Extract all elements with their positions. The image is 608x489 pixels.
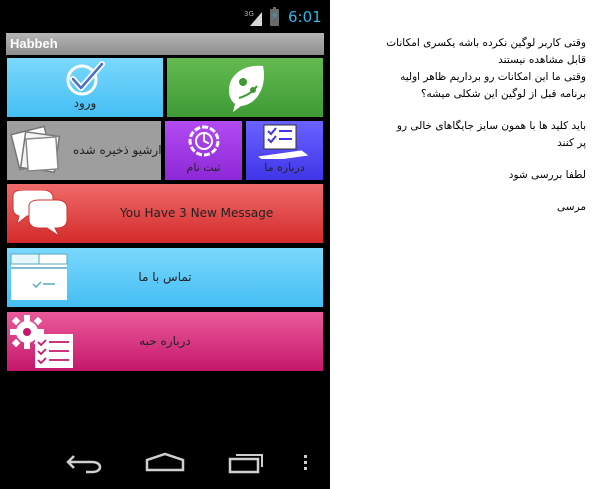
note-line: برنامه قبل از لوگین این شکلی میشه؟ [420, 88, 586, 100]
archive-tile[interactable]: ارشیو ذخیره شده [7, 121, 161, 180]
action-bar: Habbeh [6, 33, 324, 55]
navigation-bar [0, 440, 330, 489]
note-line: پر کنند [557, 137, 586, 149]
register-tile[interactable]: ثبت نام [165, 121, 242, 180]
login-label: ورود [73, 96, 97, 110]
note-line: لطفا بررسی شود [508, 169, 586, 181]
signal-icon [250, 12, 262, 26]
about-app-label: درباره حبه [139, 334, 191, 348]
battery-charging-icon: ⚡ [270, 7, 279, 26]
contact-label: تماس با ما [138, 270, 192, 284]
status-bar: 3G ⚡ 6:01 [0, 0, 330, 32]
logo-tile[interactable] [167, 58, 323, 117]
contact-tile[interactable]: تماس با ما [7, 248, 323, 307]
login-tile[interactable]: ورود [7, 58, 163, 117]
annotation-note: وقتی کاربر لوگین نکرده باشه یکسری امکانا… [346, 36, 586, 217]
about-us-tile[interactable]: درباره ما [246, 121, 323, 180]
about-us-label: درباره ما [264, 161, 305, 174]
archive-label: ارشیو ذخیره شده [73, 143, 161, 157]
checklist-laptop-icon [258, 124, 309, 159]
chat-bubbles-icon [12, 190, 68, 238]
note-line: وقتی ما این امکانات رو برداریم ظاهر اولی… [400, 71, 586, 83]
app-title: Habbeh [10, 36, 58, 51]
status-time: 6:01 [288, 8, 322, 26]
home-icon[interactable] [145, 452, 185, 474]
messages-tile[interactable]: You Have 3 New Message [7, 184, 323, 243]
checkmark-circle-icon [66, 61, 105, 96]
timer-icon [188, 125, 220, 157]
note-line: وقتی کاربر لوگین نکرده باشه یکسری امکانا… [386, 37, 586, 49]
note-line: قابل مشاهده نیستند [498, 54, 586, 66]
note-line: باید کلید ها با همون سایز جایگاهای خالی … [396, 120, 586, 132]
note-line: مرسی [557, 201, 586, 213]
overflow-menu-icon[interactable] [302, 454, 310, 472]
stacked-papers-icon [10, 125, 61, 174]
about-app-tile[interactable]: درباره حبه [7, 312, 323, 371]
back-icon[interactable] [66, 452, 104, 474]
phone-screen: 3G ⚡ 6:01 Habbeh ورود ارشیو ذخیره شده ثب… [0, 0, 330, 489]
leaf-icon [229, 65, 265, 112]
register-label: ثبت نام [186, 161, 221, 174]
recent-apps-icon[interactable] [226, 452, 264, 474]
new-message-label: You Have 3 New Message [120, 206, 274, 220]
